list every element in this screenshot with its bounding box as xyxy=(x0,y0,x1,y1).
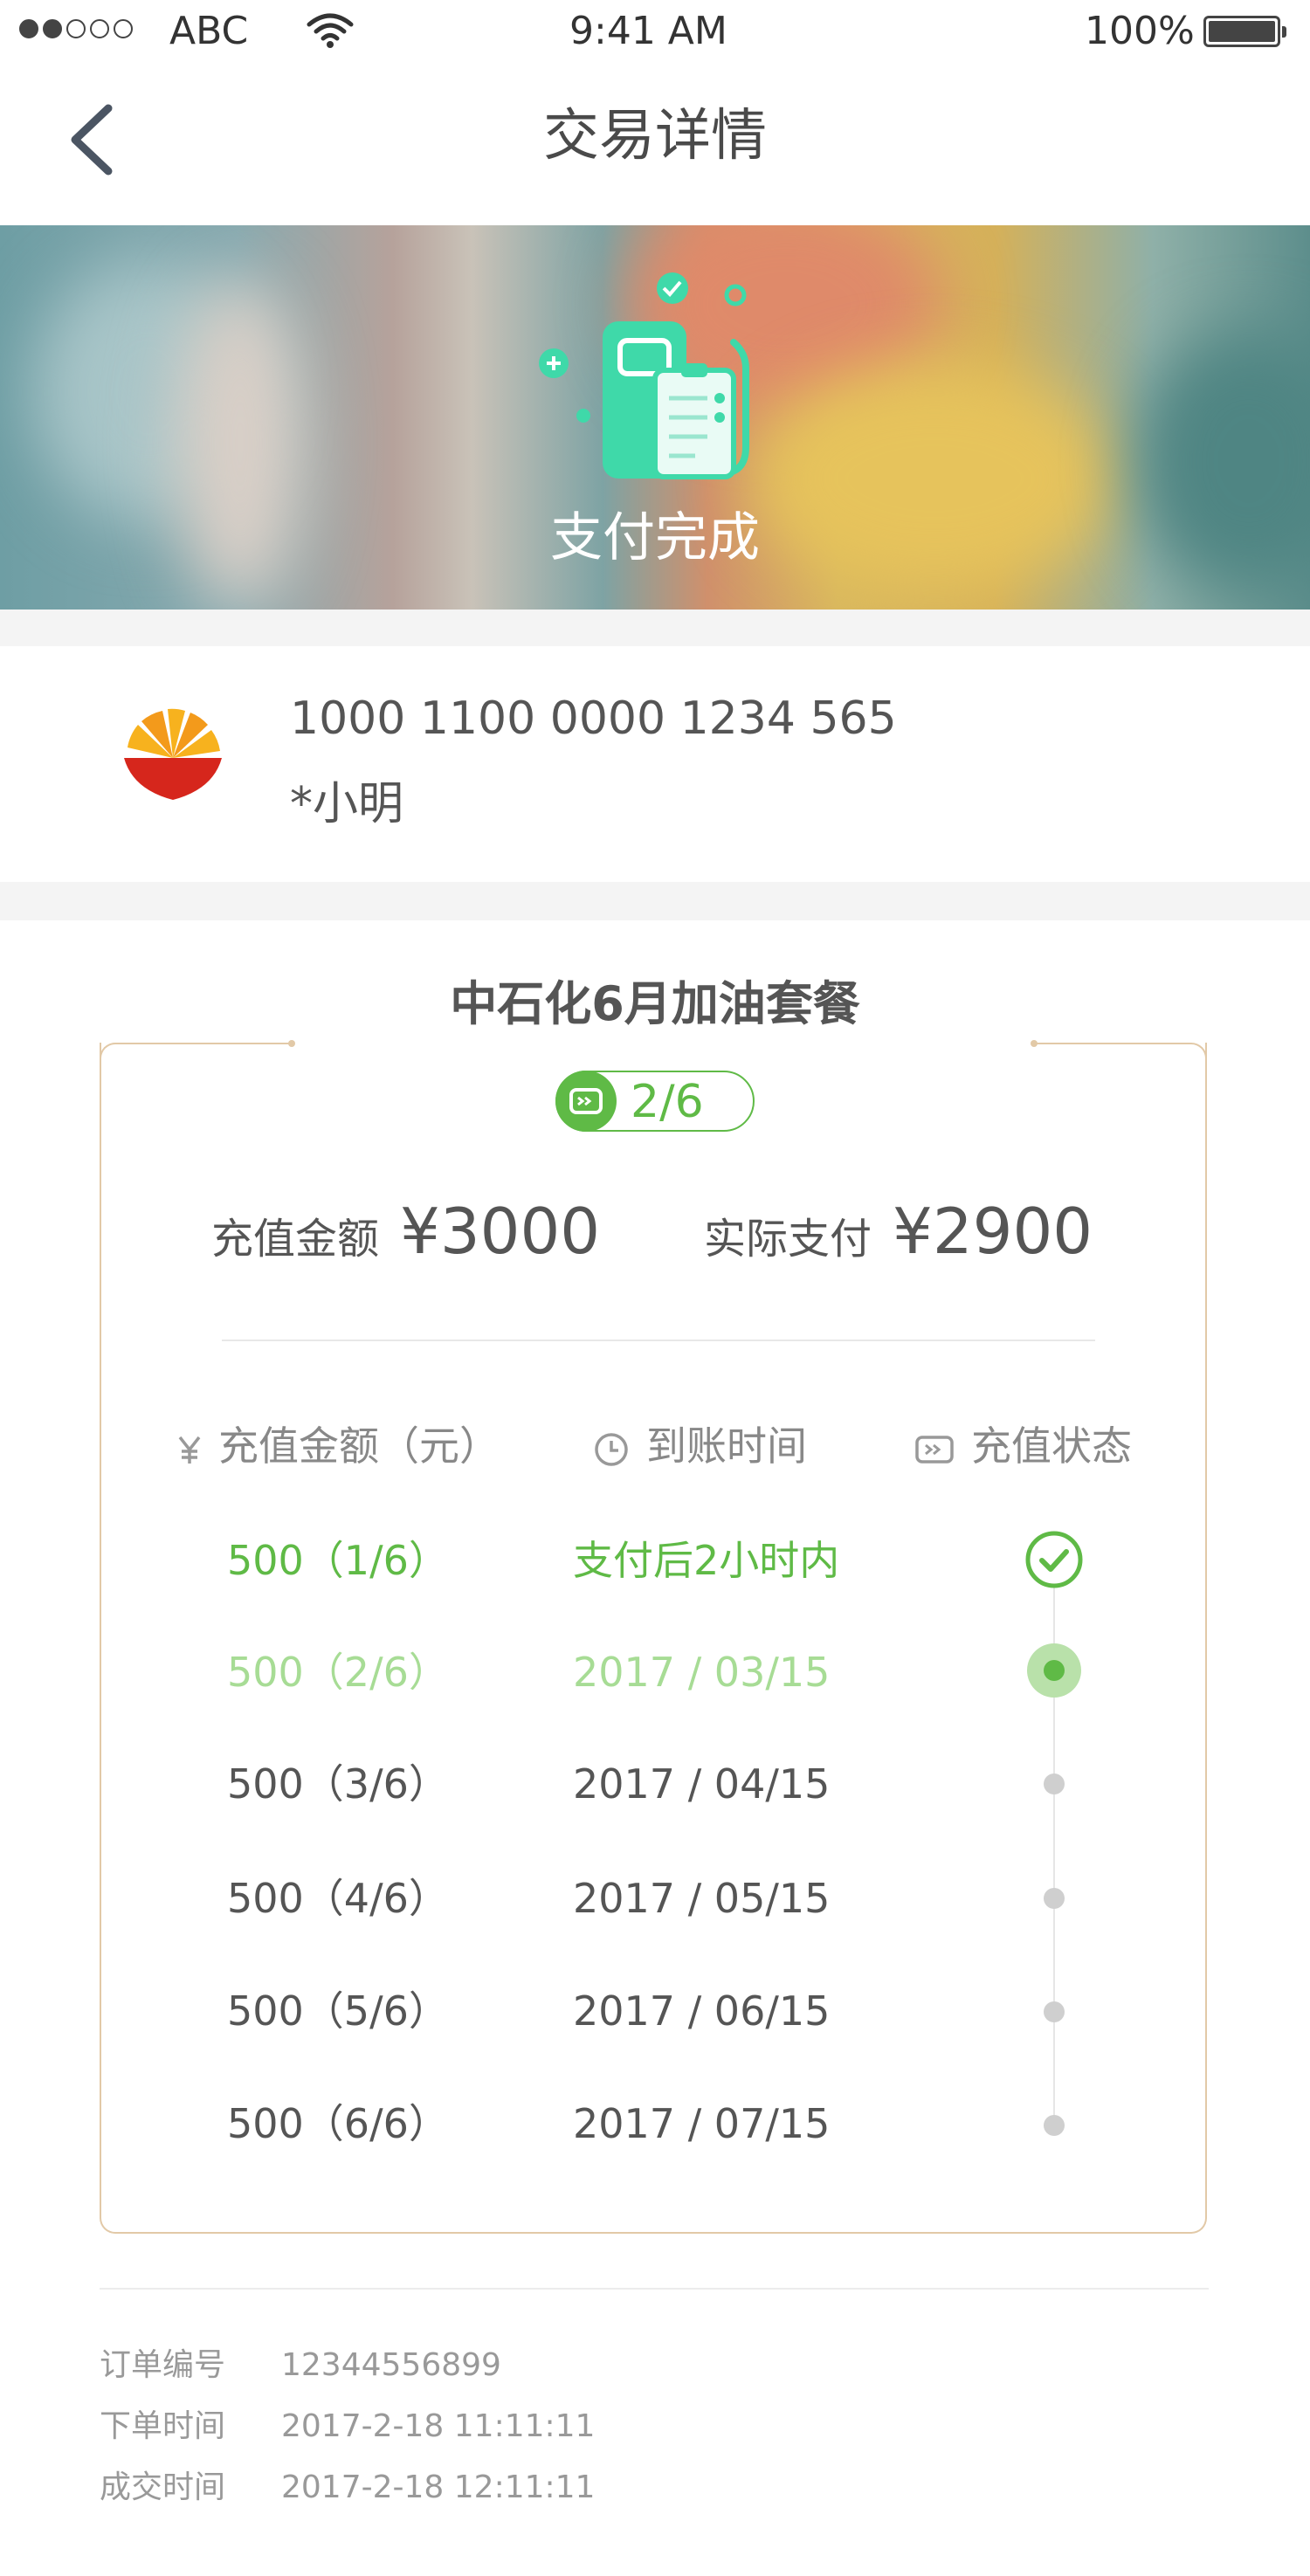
row-amount: 500（2/6） xyxy=(227,1649,449,1696)
header-amount: 充值金额（元） xyxy=(176,1420,500,1472)
progress-badge: 2/6 xyxy=(555,1071,755,1132)
order-placed-label: 下单时间 xyxy=(100,2408,226,2444)
header-status: 充值状态 xyxy=(914,1420,1132,1472)
table-row: 500（5/6） 2017 / 06/15 xyxy=(0,1980,1310,2042)
ticket-icon xyxy=(555,1071,617,1132)
wifi-icon xyxy=(307,13,354,48)
order-done-row: 成交时间 2017-2-18 12:11:11 xyxy=(100,2466,595,2510)
yen-icon xyxy=(178,1436,201,1464)
header-arrival: 到账时间 xyxy=(592,1420,807,1472)
recharge-value: ¥3000 xyxy=(400,1195,601,1268)
order-placed-row: 下单时间 2017-2-18 11:11:11 xyxy=(100,2405,595,2449)
order-number-label: 订单编号 xyxy=(100,2347,226,2383)
ticket-icon xyxy=(915,1435,954,1464)
order-done-value: 2017-2-18 12:11:11 xyxy=(281,2469,596,2505)
page-title: 交易详情 xyxy=(543,104,767,169)
current-step-marker xyxy=(1027,1643,1081,1698)
nav-bar: 交易详情 xyxy=(0,63,1310,225)
recharge-summary: 充值金额 ¥3000 xyxy=(211,1196,600,1274)
table-row: 500（6/6） 2017 / 07/15 xyxy=(0,2093,1310,2154)
paid-summary: 实际支付 ¥2900 xyxy=(704,1196,1093,1274)
table-row: 500（2/6） 2017 / 03/15 xyxy=(0,1642,1310,1703)
header-status-label: 充值状态 xyxy=(971,1422,1132,1470)
card-number: 1000 1100 0000 1234 565 xyxy=(290,692,897,745)
divider xyxy=(100,2288,1209,2290)
signal-dots-icon xyxy=(19,19,133,38)
order-number-row: 订单编号 12344556899 xyxy=(100,2344,501,2387)
pending-step-marker xyxy=(1044,2115,1065,2136)
recharge-label: 充值金额 xyxy=(211,1215,380,1264)
payment-status-text: 支付完成 xyxy=(550,507,760,568)
clock-icon xyxy=(595,1432,628,1466)
row-amount: 500（1/6） xyxy=(227,1537,449,1584)
petrochina-logo xyxy=(124,708,222,800)
status-banner: 支付完成 xyxy=(0,225,1310,610)
row-date: 2017 / 04/15 xyxy=(573,1760,831,1808)
carrier-label: ABC xyxy=(169,9,249,53)
header-arrival-label: 到账时间 xyxy=(646,1422,807,1470)
table-row: 500（4/6） 2017 / 05/15 xyxy=(0,1868,1310,1929)
paid-value: ¥2900 xyxy=(893,1195,1093,1268)
row-date: 2017 / 03/15 xyxy=(573,1649,831,1696)
status-bar: ABC 9:41 AM 100% xyxy=(0,0,1310,63)
row-date: 2017 / 05/15 xyxy=(573,1875,831,1922)
plan-section: 中石化6月加油套餐 2/6 充值金额 ¥3000 实际支付 ¥2900 充值金额（元… xyxy=(0,920,1310,2576)
order-done-label: 成交时间 xyxy=(100,2469,226,2505)
table-row: 500（1/6） 支付后2小时内 xyxy=(0,1530,1310,1591)
row-amount: 500（4/6） xyxy=(227,1875,449,1922)
pending-step-marker xyxy=(1044,1888,1065,1909)
battery-icon xyxy=(1203,16,1286,47)
row-date: 2017 / 06/15 xyxy=(573,1987,831,2035)
pending-step-marker xyxy=(1044,1774,1065,1794)
card-holder: *小明 xyxy=(290,778,404,830)
row-amount: 500（5/6） xyxy=(227,1987,449,2035)
progress-text: 2/6 xyxy=(631,1076,704,1128)
order-placed-value: 2017-2-18 11:11:11 xyxy=(281,2408,596,2444)
header-amount-label: 充值金额（元） xyxy=(218,1422,500,1470)
row-amount: 500（6/6） xyxy=(227,2100,449,2147)
fuel-pump-icon xyxy=(539,272,749,479)
plan-title: 中石化6月加油套餐 xyxy=(450,976,860,1031)
battery-percent: 100% xyxy=(1085,9,1195,53)
row-amount: 500（3/6） xyxy=(227,1760,449,1808)
row-date: 2017 / 07/15 xyxy=(573,2100,831,2147)
clock-time: 9:41 AM xyxy=(569,9,727,53)
pending-step-marker xyxy=(1044,2001,1065,2022)
divider xyxy=(222,1340,1095,1341)
check-circle-icon xyxy=(1025,1531,1083,1588)
table-row: 500（3/6） 2017 / 04/15 xyxy=(0,1753,1310,1815)
order-number-value: 12344556899 xyxy=(281,2347,501,2383)
paid-label: 实际支付 xyxy=(704,1215,872,1264)
row-date: 支付后2小时内 xyxy=(573,1537,840,1584)
account-card: 1000 1100 0000 1234 565 *小明 xyxy=(0,646,1310,882)
